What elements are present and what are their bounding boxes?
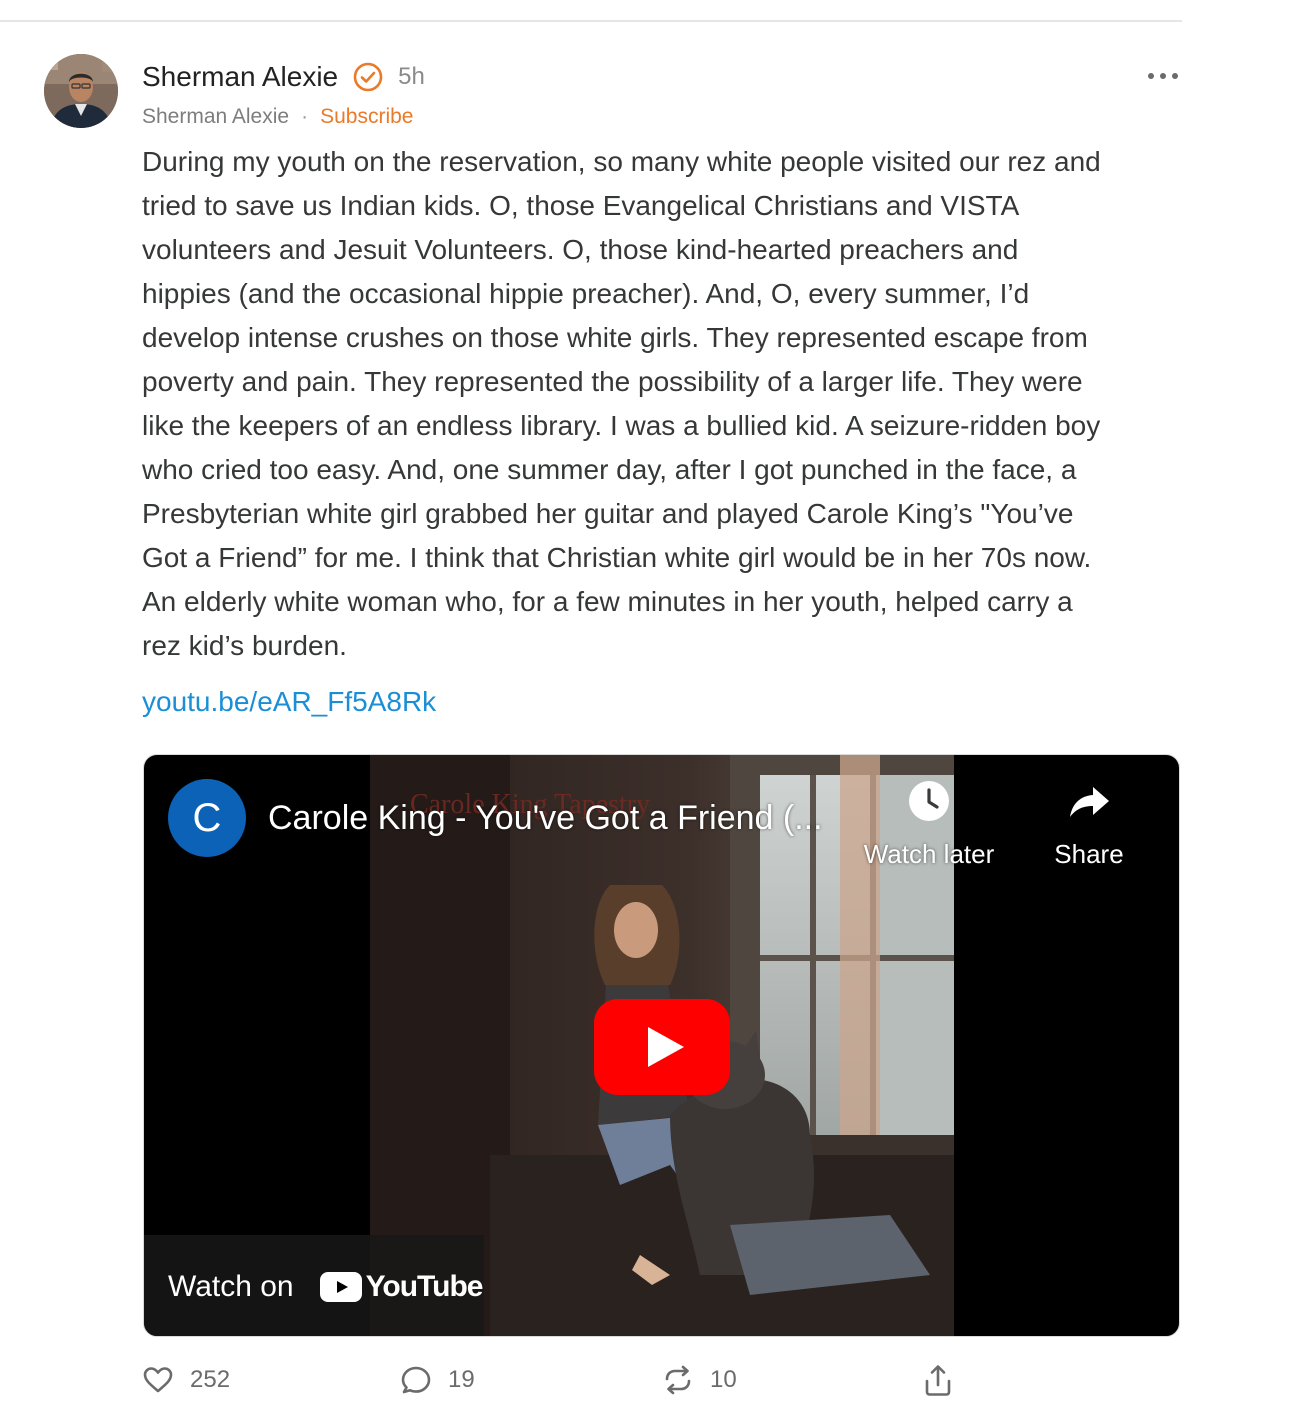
comment-icon: [401, 1366, 431, 1394]
comment-button[interactable]: 19: [400, 1360, 475, 1400]
play-icon: [594, 999, 730, 1095]
share-arrow-icon: [1070, 787, 1109, 817]
separator-dot: ·: [301, 105, 309, 128]
youtube-embed[interactable]: Carole King Tapestry C Carole King - You…: [143, 754, 1180, 1337]
comment-count: 19: [448, 1366, 475, 1393]
post-text: During my youth on the reservation, so m…: [142, 146, 1101, 661]
post-body: During my youth on the reservation, so m…: [142, 140, 1182, 668]
share-post-button[interactable]: [922, 1360, 954, 1400]
avatar-image: [44, 54, 118, 128]
clock-icon: [909, 781, 949, 821]
restack-button[interactable]: 10: [662, 1360, 737, 1400]
watch-on-label: Watch on: [168, 1269, 294, 1303]
like-count: 252: [190, 1366, 231, 1393]
publication-name[interactable]: Sherman Alexie: [142, 105, 289, 129]
like-button[interactable]: 252: [142, 1360, 230, 1400]
youtube-logo: YouTube: [319, 1269, 484, 1304]
subscribe-link[interactable]: Subscribe: [320, 105, 413, 129]
more-options-icon[interactable]: [1148, 64, 1178, 88]
video-title[interactable]: Carole King - You've Got a Friend (...: [268, 799, 823, 838]
post-timestamp[interactable]: 5h: [398, 63, 425, 91]
publication-row: Sherman Alexie · Subscribe: [142, 102, 1182, 132]
watch-on-youtube-button[interactable]: Watch on YouTube: [144, 1235, 484, 1336]
youtube-wordmark: YouTube: [365, 1269, 484, 1303]
share-video-button[interactable]: Share: [1034, 779, 1144, 870]
youtube-logo-icon: [319, 1271, 362, 1302]
post-header: Sherman Alexie 5h Sherman Alexie · Subsc…: [142, 56, 1182, 132]
verified-badge-icon: [352, 61, 384, 93]
post-actions-bar: 252 19 10: [142, 1360, 962, 1400]
share-icon: [925, 1365, 951, 1396]
restack-count: 10: [710, 1366, 737, 1393]
play-button[interactable]: [594, 999, 730, 1095]
watch-later-button[interactable]: Watch later: [854, 779, 1004, 870]
top-divider: [0, 20, 1182, 22]
author-avatar[interactable]: [44, 54, 118, 128]
youtube-link[interactable]: youtu.be/eAR_Ff5A8Rk: [142, 686, 436, 718]
restack-icon: [665, 1365, 691, 1395]
share-video-label: Share: [1054, 839, 1124, 869]
author-name[interactable]: Sherman Alexie: [142, 61, 338, 93]
author-row: Sherman Alexie 5h: [142, 56, 1182, 98]
watch-later-label: Watch later: [863, 839, 995, 869]
channel-avatar[interactable]: C: [168, 779, 246, 857]
heart-icon: [143, 1367, 173, 1393]
